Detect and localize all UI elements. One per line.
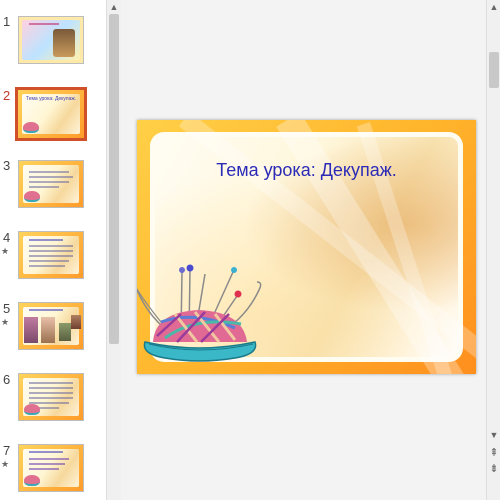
- next-slide-icon[interactable]: ⇟: [487, 462, 500, 475]
- scrollbar-thumb[interactable]: [109, 14, 119, 344]
- animation-star-icon: ★: [1, 246, 10, 256]
- slide-thumbnail-2[interactable]: Тема урока: Декупаж.: [15, 87, 87, 141]
- previous-slide-icon[interactable]: ⇞: [487, 446, 500, 459]
- slide-thumbnail-5[interactable]: [18, 302, 84, 350]
- slide-thumbnail-1[interactable]: [18, 16, 84, 64]
- slide-number: 1: [3, 14, 11, 29]
- current-slide[interactable]: Тема урока: Декупаж.: [137, 120, 476, 374]
- scroll-up-icon[interactable]: ▲: [107, 2, 121, 12]
- slide-thumbnail-6[interactable]: [18, 373, 84, 421]
- slide-number: 5: [3, 301, 11, 316]
- slide-thumbnail-pane: 1 2 Тема урока: Декупаж. 3 4 ★ 5 ★ 6 7 ★: [0, 0, 106, 500]
- animation-star-icon: ★: [1, 459, 10, 469]
- thumbnail-scrollbar[interactable]: ▲: [106, 0, 121, 500]
- slide-number: 4: [3, 230, 11, 245]
- slide-number: 3: [3, 158, 11, 173]
- slide-editor: Тема урока: Декупаж.: [121, 0, 486, 500]
- scroll-down-icon[interactable]: ▼: [487, 430, 500, 440]
- animation-star-icon: ★: [1, 317, 10, 327]
- slide-thumbnail-3[interactable]: [18, 160, 84, 208]
- slide-thumbnail-7[interactable]: [18, 444, 84, 492]
- slide-number: 6: [3, 372, 11, 387]
- scrollbar-thumb[interactable]: [489, 52, 499, 88]
- pincushion-icon: [23, 122, 39, 133]
- slide-number: 7: [3, 443, 11, 458]
- slide-title[interactable]: Тема урока: Декупаж.: [137, 160, 476, 181]
- scroll-up-icon[interactable]: ▲: [487, 2, 500, 12]
- editor-scrollbar[interactable]: ▲ ▼ ⇞ ⇟: [486, 0, 500, 500]
- slide-thumbnail-4[interactable]: [18, 231, 84, 279]
- slide-number: 2: [3, 88, 11, 103]
- thumbnail-title: Тема урока: Декупаж.: [25, 96, 77, 102]
- pincushion-icon: [137, 264, 262, 362]
